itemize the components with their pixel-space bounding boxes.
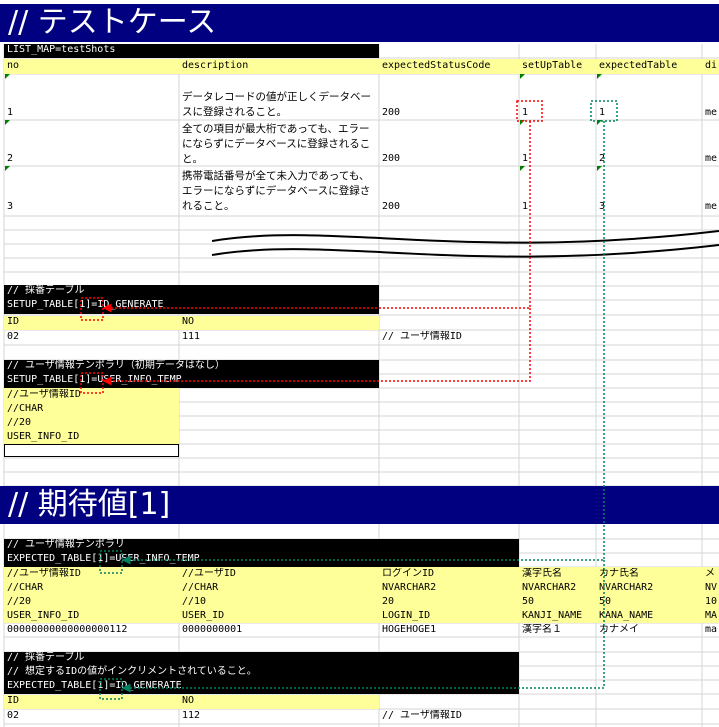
setup-connector: [102, 121, 531, 313]
setup2-index-highlight: [80, 372, 104, 394]
expected-connector: [121, 560, 605, 693]
expected1-index-highlight: [99, 550, 123, 574]
expected2-index-highlight: [99, 678, 123, 700]
expected-connector: [121, 121, 605, 565]
connector-overlay: [80, 100, 618, 700]
setup1-index-highlight: [80, 297, 104, 321]
expected-ref-highlight: [590, 100, 618, 122]
setup-ref-highlight: [516, 100, 543, 122]
setup-connector: [102, 308, 531, 386]
